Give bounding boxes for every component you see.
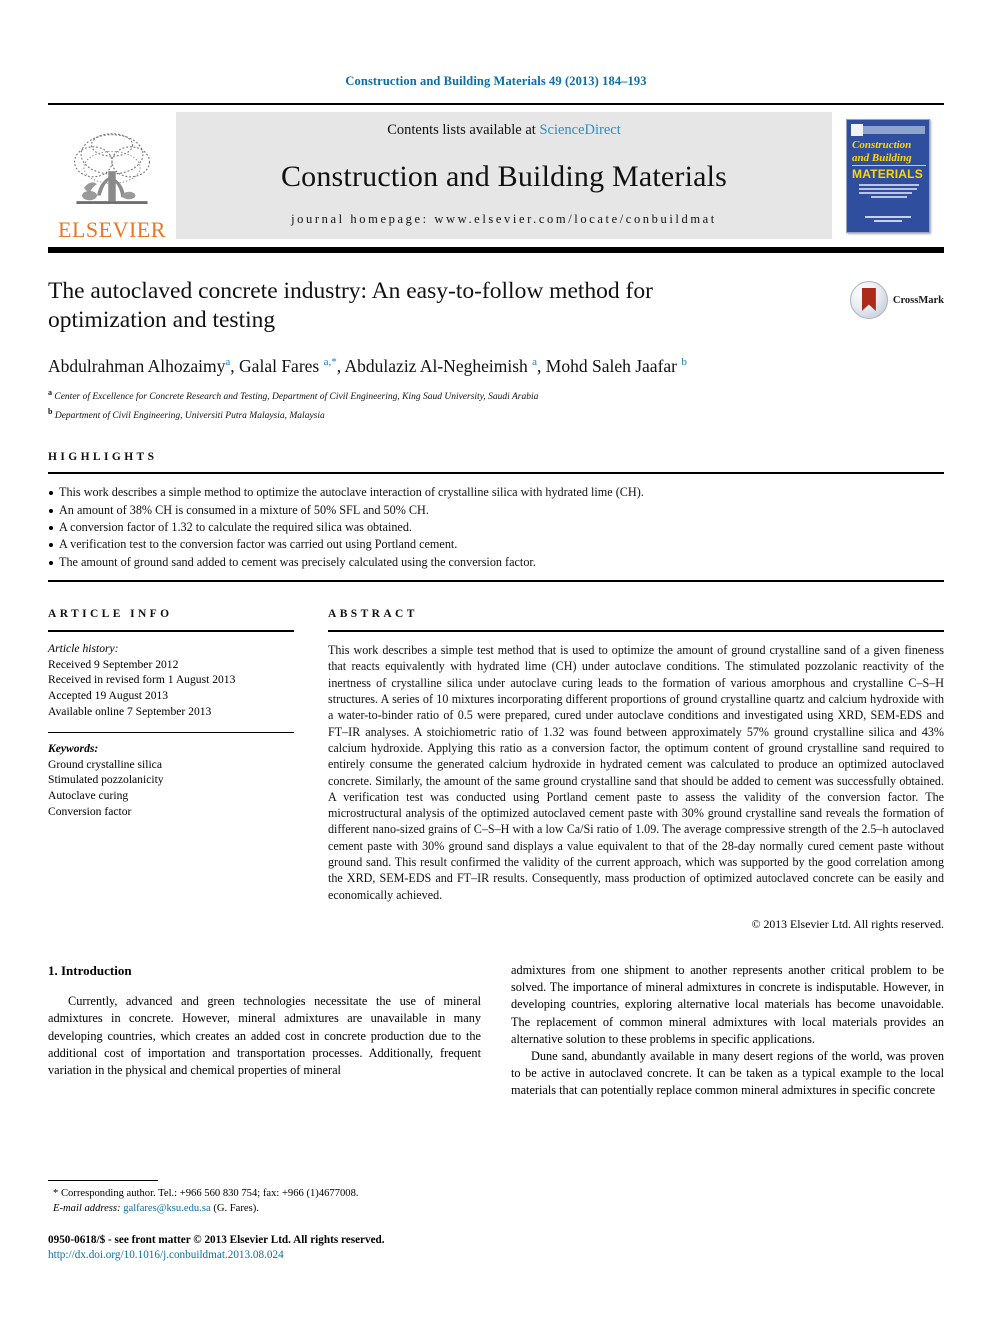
elsevier-tree-icon (73, 133, 151, 204)
cover-title-line1: Construction (852, 139, 912, 151)
keyword-item: Autoclave curing (48, 788, 129, 802)
running-head: Construction and Building Materials 49 (… (345, 74, 647, 88)
email-address-label: E-mail address: (53, 1202, 121, 1214)
journal-band: Contents lists available at ScienceDirec… (176, 112, 832, 239)
article-history-block: Article history: Received 9 September 20… (48, 632, 294, 719)
title-block: The autoclaved concrete industry: An eas… (48, 277, 944, 423)
cover-title-line2: and Building (852, 151, 912, 164)
contents-available-line: Contents lists available at ScienceDirec… (387, 122, 621, 139)
list-item: The amount of ground sand added to cemen… (48, 554, 944, 571)
intro-paragraph-left: Currently, advanced and green technologi… (48, 994, 481, 1077)
contents-prefix: Contents lists available at (387, 122, 540, 138)
journal-cover-wrapper: Construction and Building MATERIALS (832, 105, 944, 247)
article-history-item: Received 9 September 2012 (48, 657, 179, 671)
issn-line: 0950-0618/$ - see front matter © 2013 El… (48, 1234, 385, 1246)
journal-homepage-link[interactable]: journal homepage: www.elsevier.com/locat… (291, 212, 717, 227)
abstract-copyright: © 2013 Elsevier Ltd. All rights reserved… (751, 916, 944, 931)
footnote-rule (48, 1180, 158, 1181)
sciencedirect-link[interactable]: ScienceDirect (539, 122, 620, 138)
corresponding-author-footnote: * Corresponding author. Tel.: +966 560 8… (48, 1180, 468, 1216)
abstract-text: This work describes a simple test method… (328, 643, 944, 902)
keyword-item: Ground crystalline silica (48, 757, 162, 771)
body-columns: 1. Introduction Currently, advanced and … (48, 962, 944, 1100)
highlights-section: HIGHLIGHTS This work describes a simple … (48, 451, 944, 583)
keyword-item: Stimulated pozzolanicity (48, 773, 164, 787)
cover-blurb-lines (859, 184, 919, 204)
keywords-heading: Keywords: (48, 742, 99, 756)
affiliation-a-text: Center of Excellence for Concrete Resear… (54, 391, 539, 402)
body-column-left: 1. Introduction Currently, advanced and … (48, 962, 481, 1100)
list-item: An amount of 38% CH is consumed in a mix… (48, 502, 944, 519)
page-title: The autoclaved concrete industry: An eas… (48, 278, 653, 333)
elsevier-wordmark: ELSEVIER (58, 217, 166, 242)
cover-elsevier-mark (851, 124, 863, 136)
affiliation-a: a Center of Excellence for Concrete Rese… (48, 387, 539, 402)
journal-article-page: Construction and Building Materials 49 (… (0, 0, 992, 1323)
info-abstract-section: ARTICLE INFO Article history: Received 9… (48, 608, 944, 932)
elsevier-logo: ELSEVIER (48, 105, 176, 247)
affiliation-b: b Department of Civil Engineering, Unive… (48, 406, 325, 422)
intro-paragraph-right-2: Dune sand, abundantly available in many … (511, 1048, 944, 1098)
abstract-column: ABSTRACT This work describes a simple te… (328, 608, 944, 932)
footnote-corresponding-line: * Corresponding author. Tel.: +966 560 8… (53, 1188, 359, 1199)
highlights-list: This work describes a simple method to o… (48, 474, 944, 580)
list-item: A conversion factor of 1.32 to calculate… (48, 519, 944, 536)
email-link[interactable]: galfares@ksu.edu.sa (123, 1203, 210, 1214)
affiliation-b-text: Department of Civil Engineering, Univers… (54, 411, 325, 422)
body-column-right: admixtures from one shipment to another … (511, 962, 944, 1100)
cover-footer-lines (865, 216, 911, 224)
cover-title: Construction and Building (852, 139, 926, 164)
article-history-item: Received in revised form 1 August 2013 (48, 673, 236, 687)
email-suffix: (G. Fares). (213, 1202, 259, 1214)
crossmark-badge[interactable]: CrossMark (849, 281, 944, 319)
doi-link[interactable]: http://dx.doi.org/10.1016/j.conbuildmat.… (48, 1248, 385, 1263)
cover-materials-word: MATERIALS (852, 165, 926, 181)
article-history-heading: Article history: (48, 642, 119, 656)
cover-top-band (853, 126, 925, 134)
crossmark-icon (849, 281, 888, 319)
intro-paragraph-right-1: admixtures from one shipment to another … (511, 962, 944, 1046)
highlights-label: HIGHLIGHTS (48, 451, 158, 464)
author-list: Abdulrahman Alhozaimya, Galal Fares a,*,… (48, 355, 687, 376)
article-info-column: ARTICLE INFO Article history: Received 9… (48, 608, 294, 932)
journal-masthead: ELSEVIER Contents lists available at Sci… (48, 103, 944, 253)
list-item: A verification test to the conversion fa… (48, 536, 944, 553)
list-item: This work describes a simple method to o… (48, 484, 944, 501)
article-history-item: Available online 7 September 2013 (48, 704, 212, 718)
footnote-email-line: E-mail address: galfares@ksu.edu.sa (G. … (48, 1202, 468, 1217)
crossmark-label: CrossMark (892, 294, 944, 306)
highlights-rule-bottom (48, 580, 944, 583)
journal-title: Construction and Building Materials (280, 159, 728, 193)
article-info-label: ARTICLE INFO (48, 608, 173, 621)
keyword-item: Conversion factor (48, 804, 132, 818)
abstract-label: ABSTRACT (328, 608, 418, 621)
journal-cover-image: Construction and Building MATERIALS (846, 119, 930, 233)
keywords-block: Keywords: Ground crystalline silica Stim… (48, 733, 294, 819)
article-history-item: Accepted 19 August 2013 (48, 688, 169, 702)
issn-footer: 0950-0618/$ - see front matter © 2013 El… (48, 1233, 385, 1263)
section-heading-introduction: 1. Introduction (48, 962, 132, 978)
